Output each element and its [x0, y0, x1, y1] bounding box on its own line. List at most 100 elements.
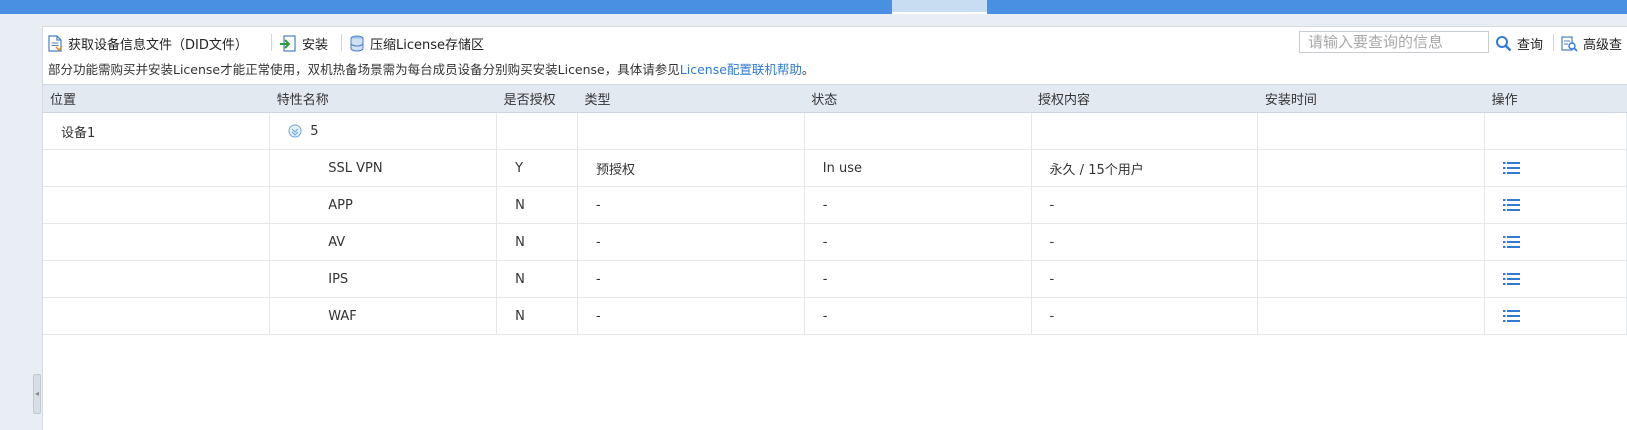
- header-type[interactable]: 类型: [577, 84, 805, 113]
- advanced-search-icon: [1561, 35, 1578, 52]
- advanced-search-label: 高级查: [1583, 37, 1623, 53]
- license-content-cell: -: [1031, 223, 1259, 261]
- header-authorized[interactable]: 是否授权: [496, 84, 578, 113]
- notice-suffix: 。: [801, 62, 815, 77]
- table-row[interactable]: AV N - - -: [43, 223, 1627, 261]
- empty-cell: [804, 112, 1032, 150]
- status-cell: In use: [804, 149, 1032, 187]
- status-cell: -: [804, 186, 1032, 224]
- toolbar-divider: [271, 34, 272, 51]
- empty-cell: [1031, 112, 1259, 150]
- operation-cell: [1484, 223, 1627, 261]
- table-header-row: 位置 特性名称 是否授权 类型 状态 授权内容 安装时间 操作: [43, 84, 1627, 113]
- install-button[interactable]: 安装: [279, 33, 328, 53]
- header-install-time[interactable]: 安装时间: [1257, 84, 1485, 113]
- license-content-cell: -: [1031, 260, 1259, 298]
- feature-name-cell: SSL VPN: [269, 149, 498, 187]
- advanced-search-button[interactable]: 高级查: [1561, 33, 1622, 53]
- group-row-device1: 设备1 5: [43, 112, 1627, 150]
- operation-cell: [1484, 186, 1627, 224]
- collapse-handle[interactable]: ◂: [33, 374, 41, 414]
- authorized-cell: Y: [496, 149, 579, 187]
- install-time-cell: [1257, 260, 1486, 298]
- position-cell: [43, 149, 271, 187]
- type-cell: 预授权: [577, 149, 805, 187]
- header-status[interactable]: 状态: [804, 84, 1032, 113]
- get-did-label: 获取设备信息文件（DID文件）: [68, 37, 248, 53]
- list-icon[interactable]: [1503, 309, 1521, 323]
- expand-circle-icon[interactable]: [288, 124, 302, 138]
- active-top-tab[interactable]: [892, 0, 987, 14]
- operation-cell: [1484, 149, 1627, 187]
- toolbar-divider: [341, 34, 342, 51]
- empty-cell: [496, 112, 579, 150]
- database-icon: [350, 35, 364, 51]
- group-position: 设备1: [43, 112, 271, 150]
- header-operation[interactable]: 操作: [1484, 84, 1627, 113]
- position-cell: [43, 186, 271, 224]
- left-sidebar-strip: ◂: [0, 14, 42, 430]
- type-cell: -: [577, 223, 805, 261]
- group-toggle[interactable]: 5: [269, 112, 498, 150]
- list-icon[interactable]: [1503, 272, 1521, 286]
- position-cell: [43, 260, 271, 298]
- list-icon[interactable]: [1503, 161, 1521, 175]
- top-bar: [0, 0, 1627, 14]
- install-time-cell: [1257, 186, 1486, 224]
- install-time-cell: [1257, 223, 1486, 261]
- compress-license-label: 压缩License存储区: [370, 37, 485, 53]
- toolbar: 获取设备信息文件（DID文件） 安装 压缩License存储区 请输入要查询的信…: [43, 27, 1627, 57]
- license-notice: 部分功能需购买并安装License才能正常使用，双机热备场景需为每台成员设备分别…: [48, 59, 814, 78]
- license-content-cell: 永久 / 15个用户: [1031, 149, 1259, 187]
- list-icon[interactable]: [1503, 235, 1521, 249]
- empty-cell: [577, 112, 805, 150]
- header-license-content[interactable]: 授权内容: [1031, 84, 1258, 113]
- feature-name-cell: APP: [269, 186, 498, 224]
- search-label: 查询: [1517, 37, 1544, 53]
- document-icon: [48, 34, 63, 52]
- license-table: 位置 特性名称 是否授权 类型 状态 授权内容 安装时间 操作 设备1 5 SS…: [43, 84, 1627, 335]
- license-panel: 获取设备信息文件（DID文件） 安装 压缩License存储区 请输入要查询的信…: [42, 26, 1627, 430]
- get-did-button[interactable]: 获取设备信息文件（DID文件）: [47, 33, 248, 53]
- notice-text: 部分功能需购买并安装License才能正常使用，双机热备场景需为每台成员设备分别…: [48, 62, 680, 77]
- operation-cell: [1484, 260, 1627, 298]
- feature-name-cell: IPS: [269, 260, 498, 298]
- empty-cell: [1257, 112, 1486, 150]
- table-row[interactable]: IPS N - - -: [43, 260, 1627, 298]
- empty-cell: [1484, 112, 1627, 150]
- authorized-cell: N: [496, 223, 579, 261]
- install-icon: [280, 34, 296, 52]
- license-help-link[interactable]: License配置联机帮助: [680, 62, 802, 77]
- authorized-cell: N: [496, 297, 579, 335]
- license-content-cell: -: [1031, 186, 1259, 224]
- header-position[interactable]: 位置: [43, 84, 270, 113]
- table-row[interactable]: APP N - - -: [43, 186, 1627, 224]
- list-icon[interactable]: [1503, 198, 1521, 212]
- position-cell: [43, 223, 271, 261]
- feature-name-cell: WAF: [269, 297, 498, 335]
- type-cell: -: [577, 297, 805, 335]
- type-cell: -: [577, 260, 805, 298]
- status-cell: -: [804, 297, 1032, 335]
- feature-name-cell: AV: [269, 223, 498, 261]
- group-count: 5: [310, 123, 319, 139]
- status-cell: -: [804, 260, 1032, 298]
- search-button[interactable]: 查询: [1495, 33, 1543, 53]
- search-input[interactable]: [1299, 31, 1489, 53]
- position-cell: [43, 297, 271, 335]
- table-row[interactable]: WAF N - - -: [43, 297, 1627, 335]
- authorized-cell: N: [496, 186, 579, 224]
- authorized-cell: N: [496, 260, 579, 298]
- table-row[interactable]: SSL VPN Y 预授权 In use 永久 / 15个用户: [43, 149, 1627, 187]
- toolbar-divider: [1553, 34, 1554, 51]
- operation-cell: [1484, 297, 1627, 335]
- search-icon: [1496, 35, 1512, 51]
- type-cell: -: [577, 186, 805, 224]
- license-content-cell: -: [1031, 297, 1259, 335]
- install-label: 安装: [302, 37, 329, 53]
- header-feature-name[interactable]: 特性名称: [269, 84, 497, 113]
- install-time-cell: [1257, 149, 1486, 187]
- compress-license-button[interactable]: 压缩License存储区: [349, 33, 484, 53]
- status-cell: -: [804, 223, 1032, 261]
- install-time-cell: [1257, 297, 1486, 335]
